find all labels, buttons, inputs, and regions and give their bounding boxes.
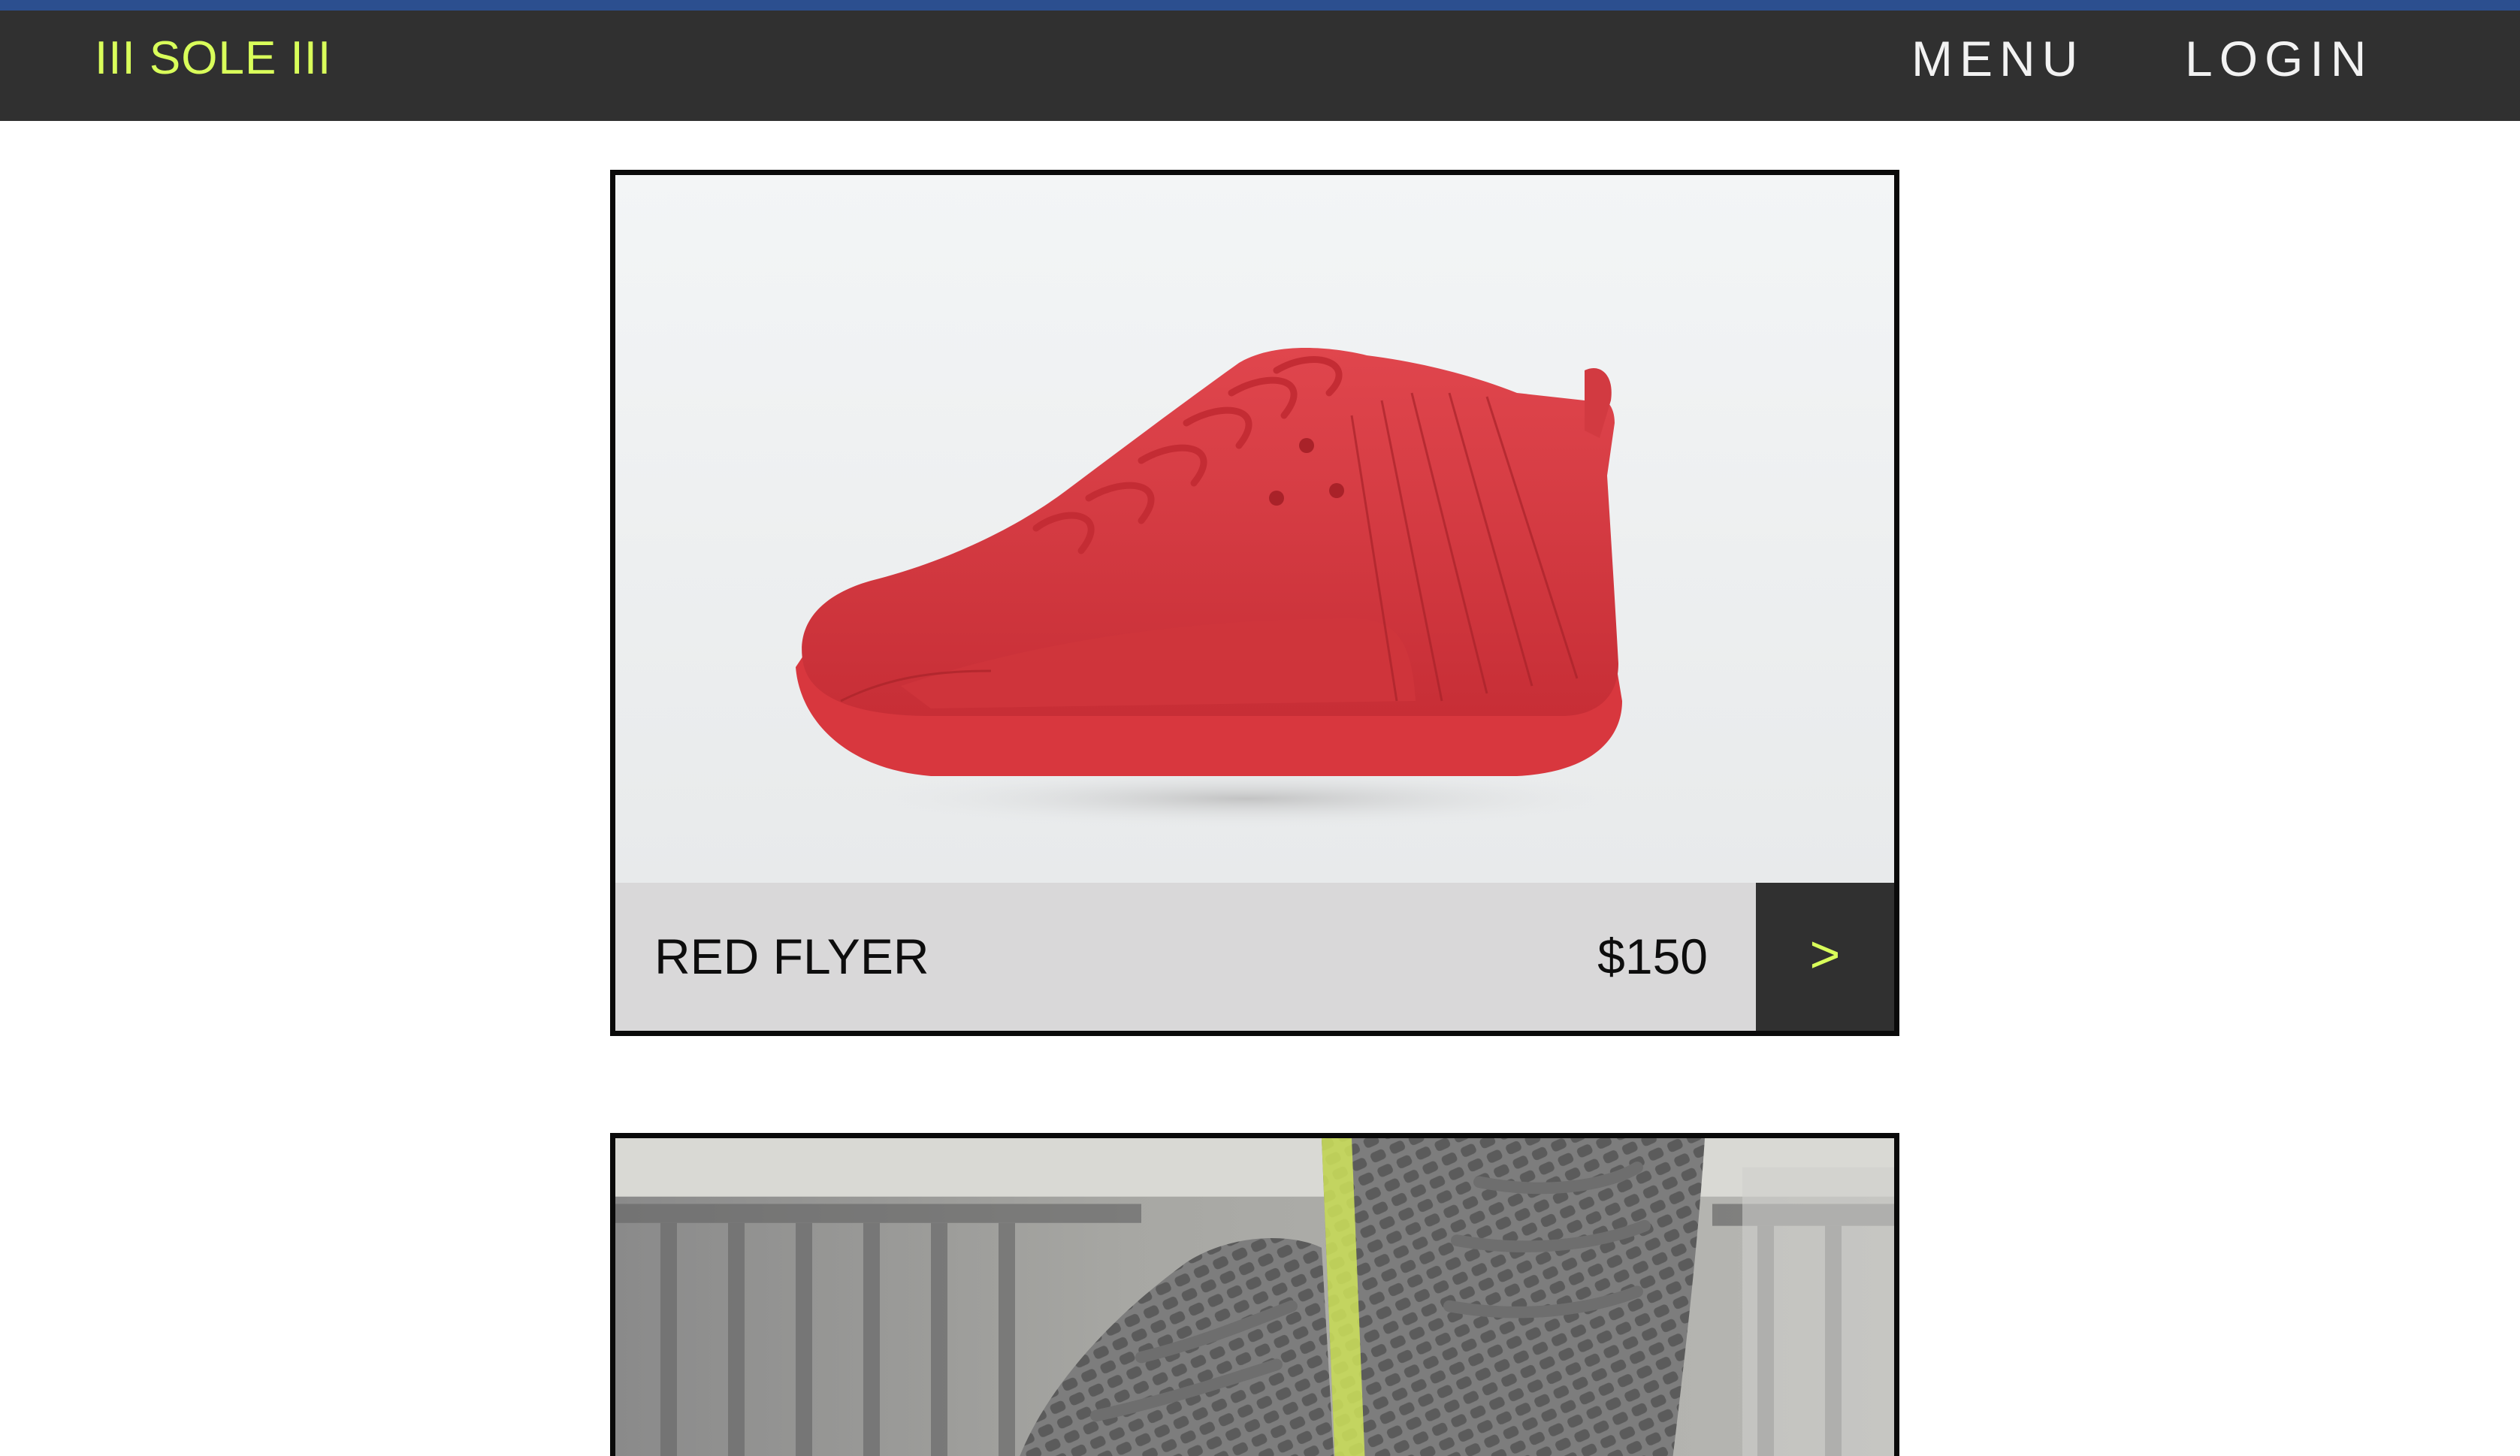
menu-link[interactable]: MENU xyxy=(1911,23,2084,95)
product-card[interactable] xyxy=(610,1133,1899,1456)
brand-logo[interactable]: III SOLE III xyxy=(95,23,331,95)
view-product-button[interactable]: > xyxy=(1756,883,1894,1031)
product-name: RED FLYER xyxy=(654,929,929,984)
product-card[interactable]: RED FLYER $150 > xyxy=(610,170,1899,1036)
product-info-bar: RED FLYER $150 > xyxy=(615,883,1894,1031)
login-link[interactable]: LOGIN xyxy=(2185,23,2373,95)
grey-sneakers-image[interactable] xyxy=(615,1138,1894,1456)
red-sneaker-image[interactable] xyxy=(615,175,1894,883)
window-top-strip xyxy=(0,0,2520,11)
product-price: $150 xyxy=(1597,929,1708,984)
page: III SOLE III MENU LOGIN RED FLYER $150 > xyxy=(0,0,2520,1456)
top-navbar: III SOLE III MENU LOGIN xyxy=(0,11,2520,121)
